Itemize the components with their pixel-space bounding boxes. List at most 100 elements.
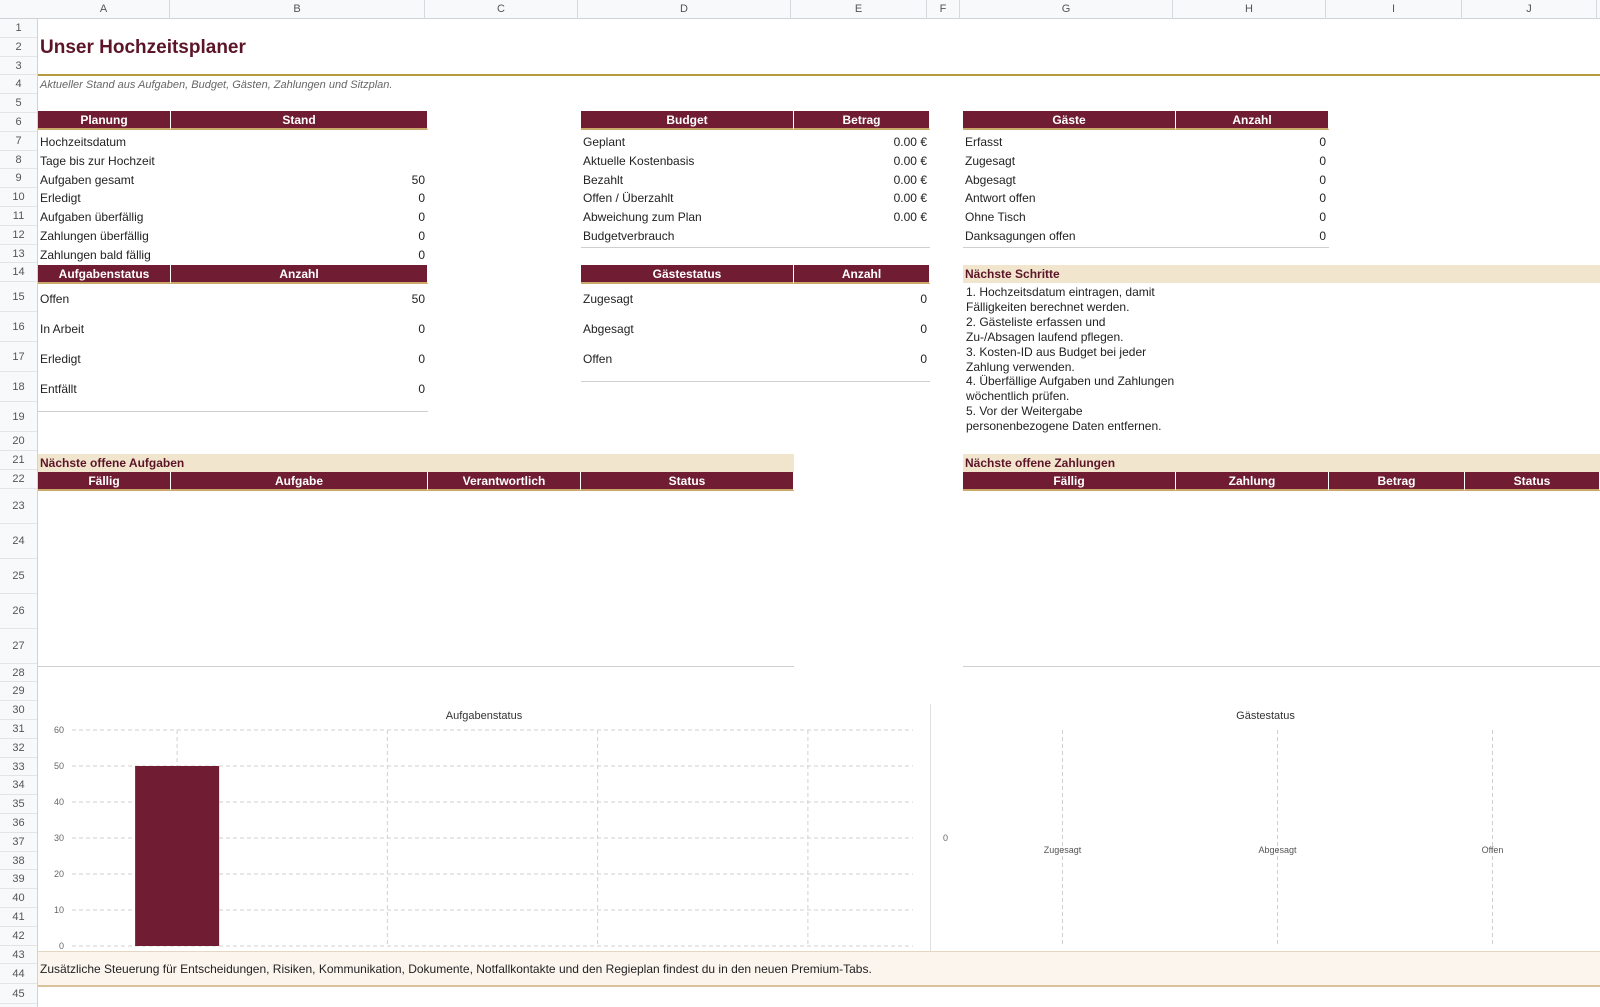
row-header-20[interactable]: 20 xyxy=(0,432,37,451)
row-header-38[interactable]: 38 xyxy=(0,852,37,871)
row-header-44[interactable]: 44 xyxy=(0,964,37,985)
row-header-3[interactable]: 3 xyxy=(0,57,37,76)
row-header-35[interactable]: 35 xyxy=(0,795,37,814)
guest-status-row-value[interactable]: 0 xyxy=(581,350,927,368)
planning-header-label[interactable]: Planung xyxy=(38,111,171,130)
row-header-21[interactable]: 21 xyxy=(0,451,37,470)
row-header-9[interactable]: 9 xyxy=(0,169,37,189)
open-tasks-col-task[interactable]: Aufgabe xyxy=(171,472,428,491)
column-header-b[interactable]: B xyxy=(170,0,425,19)
row-header-16[interactable]: 16 xyxy=(0,312,37,343)
guests-row-value[interactable]: 0 xyxy=(963,208,1326,226)
planning-row-value[interactable]: 0 xyxy=(38,189,425,207)
budget-header-label[interactable]: Budget xyxy=(581,111,794,130)
row-header-34[interactable]: 34 xyxy=(0,776,37,796)
guest-status-row-value[interactable]: 0 xyxy=(581,320,927,338)
planning-row-value[interactable]: 0 xyxy=(38,246,425,264)
row-header-31[interactable]: 31 xyxy=(0,720,37,739)
guest-status-row-value[interactable]: 0 xyxy=(581,290,927,308)
row-header-11[interactable]: 11 xyxy=(0,207,37,226)
row-header-42[interactable]: 42 xyxy=(0,927,37,946)
row-header-2[interactable]: 2 xyxy=(0,38,37,57)
budget-row-label[interactable]: Budgetverbrauch xyxy=(583,227,674,245)
open-payments-col-amount[interactable]: Betrag xyxy=(1329,472,1465,491)
planning-header-value[interactable]: Stand xyxy=(171,111,428,130)
row-header-4[interactable]: 4 xyxy=(0,75,37,95)
budget-row-value[interactable]: 0.00 € xyxy=(581,171,927,189)
guests-header-value[interactable]: Anzahl xyxy=(1176,111,1329,130)
row-header-7[interactable]: 7 xyxy=(0,132,37,151)
open-payments-col-due[interactable]: Fällig xyxy=(963,472,1176,491)
task-status-row-value[interactable]: 50 xyxy=(38,290,425,308)
row-header-22[interactable]: 22 xyxy=(0,470,37,489)
guests-row-value[interactable]: 0 xyxy=(963,133,1326,151)
task-status-chart[interactable]: Aufgabenstatus 0102030405060OffenIn Arbe… xyxy=(38,704,931,969)
column-header-f[interactable]: F xyxy=(927,0,960,19)
row-header-33[interactable]: 33 xyxy=(0,758,37,777)
row-header-27[interactable]: 27 xyxy=(0,629,37,664)
open-tasks-col-owner[interactable]: Verantwortlich xyxy=(428,472,581,491)
row-header-14[interactable]: 14 xyxy=(0,263,37,283)
planning-row-value[interactable]: 0 xyxy=(38,227,425,245)
planning-row-label[interactable]: Tage bis zur Hochzeit xyxy=(40,152,155,170)
task-status-row-value[interactable]: 0 xyxy=(38,350,425,368)
row-header-37[interactable]: 37 xyxy=(0,833,37,852)
row-header-25[interactable]: 25 xyxy=(0,559,37,594)
guests-row-value[interactable]: 0 xyxy=(963,152,1326,170)
column-header-h[interactable]: H xyxy=(1173,0,1326,19)
budget-row-value[interactable]: 0.00 € xyxy=(581,208,927,226)
row-header-23[interactable]: 23 xyxy=(0,489,37,524)
row-header-13[interactable]: 13 xyxy=(0,245,37,264)
guests-row-value[interactable]: 0 xyxy=(963,171,1326,189)
row-header-10[interactable]: 10 xyxy=(0,188,37,207)
column-header-g[interactable]: G xyxy=(960,0,1173,19)
guests-header-label[interactable]: Gäste xyxy=(963,111,1176,130)
row-header-8[interactable]: 8 xyxy=(0,151,37,170)
row-header-39[interactable]: 39 xyxy=(0,870,37,890)
task-status-row-value[interactable]: 0 xyxy=(38,380,425,398)
guests-row-value[interactable]: 0 xyxy=(963,189,1326,207)
column-header-e[interactable]: E xyxy=(791,0,927,19)
row-header-17[interactable]: 17 xyxy=(0,342,37,373)
column-header-d[interactable]: D xyxy=(578,0,791,19)
budget-row-value[interactable]: 0.00 € xyxy=(581,152,927,170)
row-header-5[interactable]: 5 xyxy=(0,94,37,113)
budget-row-value[interactable]: 0.00 € xyxy=(581,133,927,151)
guest-status-chart[interactable]: Gästestatus 0 Zugesagt Abgesagt Offen xyxy=(931,704,1600,969)
budget-row-value[interactable]: 0.00 € xyxy=(581,189,927,207)
open-payments-col-payment[interactable]: Zahlung xyxy=(1176,472,1329,491)
row-header-18[interactable]: 18 xyxy=(0,372,37,403)
next-steps-list[interactable]: 1. Hochzeitsdatum eintragen, damit Fälli… xyxy=(966,285,1176,434)
task-status-header-label[interactable]: Aufgabenstatus xyxy=(38,265,171,284)
guest-status-header-label[interactable]: Gästestatus xyxy=(581,265,794,284)
row-header-41[interactable]: 41 xyxy=(0,908,37,927)
row-header-28[interactable]: 28 xyxy=(0,664,37,683)
row-header-6[interactable]: 6 xyxy=(0,113,37,132)
column-header-j[interactable]: J xyxy=(1462,0,1597,19)
row-header-12[interactable]: 12 xyxy=(0,226,37,245)
budget-header-value[interactable]: Betrag xyxy=(794,111,930,130)
column-header-a[interactable]: A xyxy=(38,0,170,19)
row-header-26[interactable]: 26 xyxy=(0,594,37,629)
open-tasks-col-status[interactable]: Status xyxy=(581,472,794,491)
row-header-19[interactable]: 19 xyxy=(0,402,37,433)
guest-status-header-value[interactable]: Anzahl xyxy=(794,265,930,284)
row-header-45[interactable]: 45 xyxy=(0,984,37,1005)
guests-row-value[interactable]: 0 xyxy=(963,227,1326,245)
row-header-24[interactable]: 24 xyxy=(0,524,37,559)
column-header-i[interactable]: I xyxy=(1326,0,1462,19)
task-status-row-value[interactable]: 0 xyxy=(38,320,425,338)
row-header-1[interactable]: 1 xyxy=(0,19,37,38)
row-header-30[interactable]: 30 xyxy=(0,701,37,720)
open-payments-col-status[interactable]: Status xyxy=(1465,472,1600,491)
planning-row-label[interactable]: Hochzeitsdatum xyxy=(40,133,126,151)
task-status-header-value[interactable]: Anzahl xyxy=(171,265,428,284)
row-header-32[interactable]: 32 xyxy=(0,739,37,758)
open-tasks-col-due[interactable]: Fällig xyxy=(38,472,171,491)
row-header-40[interactable]: 40 xyxy=(0,889,37,908)
row-header-29[interactable]: 29 xyxy=(0,682,37,702)
column-header-c[interactable]: C xyxy=(425,0,578,19)
planning-row-value[interactable]: 50 xyxy=(38,171,425,189)
row-header-43[interactable]: 43 xyxy=(0,946,37,965)
row-header-36[interactable]: 36 xyxy=(0,814,37,833)
